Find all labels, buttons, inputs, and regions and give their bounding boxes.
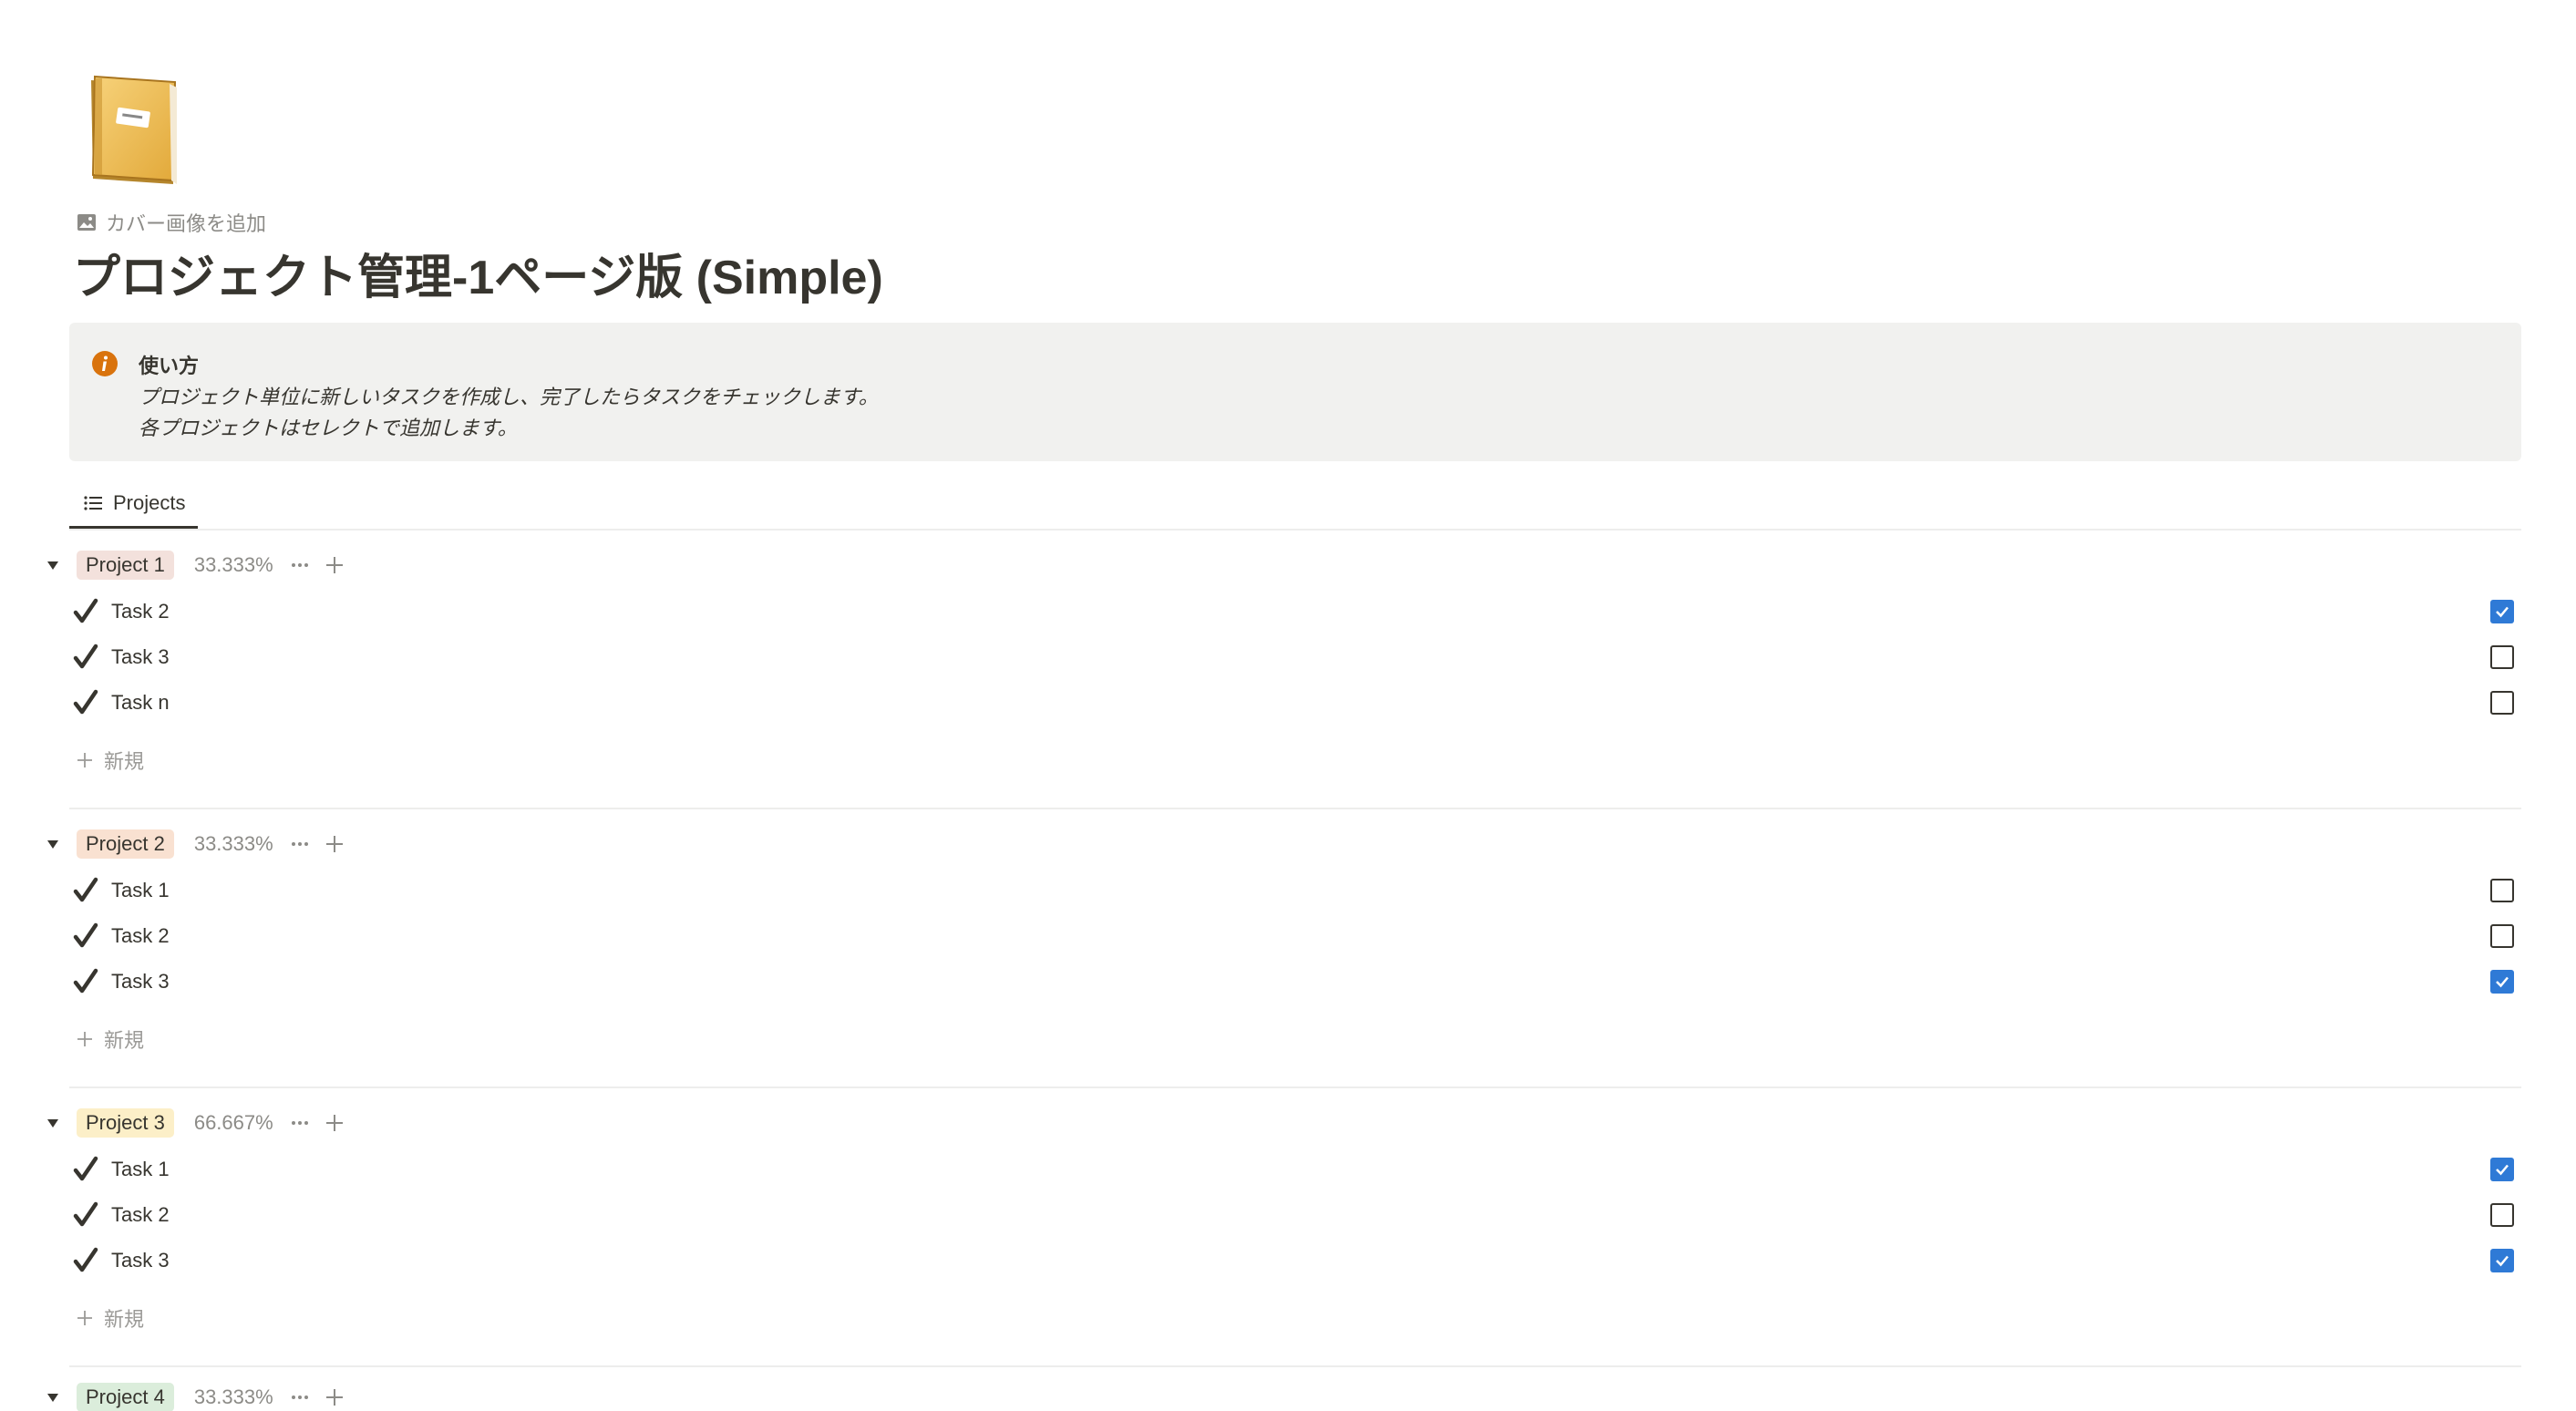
more-options-button[interactable]: [286, 1384, 314, 1411]
page-title[interactable]: プロジェクト管理-1ページ版 (Simple): [73, 239, 883, 307]
callout-title: 使い方: [139, 355, 200, 377]
completion-percent: 33.333%: [193, 1385, 273, 1408]
add-task-button[interactable]: [321, 1384, 348, 1411]
done-checkbox[interactable]: [2490, 600, 2514, 623]
new-task-label: 新規: [104, 1029, 145, 1052]
callout-text-line: 各プロジェクトはセレクトで追加します。: [139, 417, 518, 439]
plus-icon: [325, 557, 343, 573]
triangle-down-icon: [47, 840, 58, 849]
task-row[interactable]: Task 2: [71, 589, 2521, 634]
group-divider: [69, 808, 2521, 809]
collapse-toggle[interactable]: [36, 1105, 69, 1141]
task-row[interactable]: Task 3: [71, 1238, 2521, 1283]
collapse-toggle[interactable]: [36, 826, 69, 862]
completion-percent: 33.333%: [193, 832, 273, 855]
new-task-button[interactable]: 新規: [75, 1021, 144, 1057]
project-tag[interactable]: Project 1: [77, 551, 174, 580]
done-checkbox[interactable]: [2490, 970, 2514, 994]
triangle-down-icon: [47, 1119, 58, 1128]
checkmark-icon: [71, 1246, 100, 1275]
checkmark-icon: [71, 643, 100, 672]
add-task-button[interactable]: [321, 551, 348, 579]
triangle-down-icon: [47, 1394, 58, 1402]
plus-icon: [325, 1115, 343, 1131]
collapse-toggle[interactable]: [36, 1384, 69, 1411]
task-row[interactable]: Task 1: [71, 1147, 2521, 1192]
task-name: Task 3: [111, 1249, 170, 1272]
new-task-button[interactable]: 新規: [75, 742, 144, 778]
plus-icon: [77, 1311, 92, 1325]
more-icon: [291, 842, 308, 846]
new-task-label: 新規: [104, 1308, 145, 1331]
task-row[interactable]: Task 2: [71, 913, 2521, 959]
checkmark-icon: [71, 597, 100, 626]
done-checkbox[interactable]: [2490, 1203, 2514, 1227]
group-header: Project 1 33.333%: [36, 547, 348, 583]
task-name: Task 3: [111, 645, 170, 668]
tab-projects[interactable]: Projects: [69, 479, 199, 529]
plus-icon: [77, 1032, 92, 1046]
more-icon: [291, 563, 308, 567]
plus-icon: [77, 753, 92, 767]
task-name: Task 2: [111, 924, 170, 947]
notebook-icon[interactable]: [82, 73, 182, 191]
new-task-label: 新規: [104, 750, 145, 773]
add-cover-button[interactable]: カバー画像を追加: [77, 208, 266, 237]
image-icon: [77, 214, 96, 231]
project-tag[interactable]: Project 3: [77, 1108, 174, 1138]
done-checkbox[interactable]: [2490, 645, 2514, 669]
group-header: Project 3 66.667%: [36, 1105, 348, 1141]
task-row[interactable]: Task n: [71, 680, 2521, 726]
completion-percent: 66.667%: [193, 1111, 273, 1134]
checkmark-icon: [71, 876, 100, 905]
task-name: Task 2: [111, 600, 170, 623]
callout-text-line: プロジェクト単位に新しいタスクを作成し、完了したらタスクをチェックします。: [139, 386, 879, 408]
add-task-button[interactable]: [321, 1109, 348, 1137]
checkmark-icon: [71, 688, 100, 717]
list-icon: [84, 495, 102, 510]
add-cover-label: カバー画像を追加: [106, 212, 267, 235]
done-checkbox[interactable]: [2490, 879, 2514, 902]
group-header: Project 2 33.333%: [36, 826, 348, 862]
page: カバー画像を追加 プロジェクト管理-1ページ版 (Simple) 使い方 プロジ…: [0, 0, 2576, 1411]
checkmark-icon: [71, 1155, 100, 1184]
task-name: Task 3: [111, 970, 170, 993]
done-checkbox[interactable]: [2490, 924, 2514, 948]
group-header: Project 4 33.333%: [36, 1383, 348, 1411]
collapse-toggle[interactable]: [36, 547, 69, 583]
info-icon: [92, 351, 118, 376]
view-tab-bar: Projects: [69, 479, 2521, 530]
triangle-down-icon: [47, 561, 58, 570]
task-name: Task n: [111, 691, 170, 714]
task-row[interactable]: Task 1: [71, 868, 2521, 913]
done-checkbox[interactable]: [2490, 1158, 2514, 1181]
task-row[interactable]: Task 3: [71, 959, 2521, 1004]
completion-percent: 33.333%: [193, 553, 273, 576]
done-checkbox[interactable]: [2490, 1249, 2514, 1272]
task-row[interactable]: Task 3: [71, 634, 2521, 680]
more-options-button[interactable]: [286, 830, 314, 858]
callout: 使い方 プロジェクト単位に新しいタスクを作成し、完了したらタスクをチェックします…: [69, 323, 2521, 461]
more-icon: [291, 1396, 308, 1399]
done-checkbox[interactable]: [2490, 691, 2514, 715]
task-name: Task 1: [111, 879, 170, 901]
checkmark-icon: [71, 967, 100, 996]
task-name: Task 1: [111, 1158, 170, 1180]
task-row[interactable]: Task 2: [71, 1192, 2521, 1238]
plus-icon: [325, 836, 343, 852]
add-task-button[interactable]: [321, 830, 348, 858]
task-name: Task 2: [111, 1203, 170, 1226]
more-icon: [291, 1121, 308, 1125]
group-divider: [69, 1087, 2521, 1088]
more-options-button[interactable]: [286, 551, 314, 579]
checkmark-icon: [71, 922, 100, 951]
new-task-button[interactable]: 新規: [75, 1300, 144, 1336]
tab-label: Projects: [113, 490, 186, 514]
project-tag[interactable]: Project 2: [77, 829, 174, 859]
project-tag[interactable]: Project 4: [77, 1383, 174, 1411]
plus-icon: [325, 1389, 343, 1406]
group-divider: [69, 1365, 2521, 1367]
checkmark-icon: [71, 1200, 100, 1230]
more-options-button[interactable]: [286, 1109, 314, 1137]
